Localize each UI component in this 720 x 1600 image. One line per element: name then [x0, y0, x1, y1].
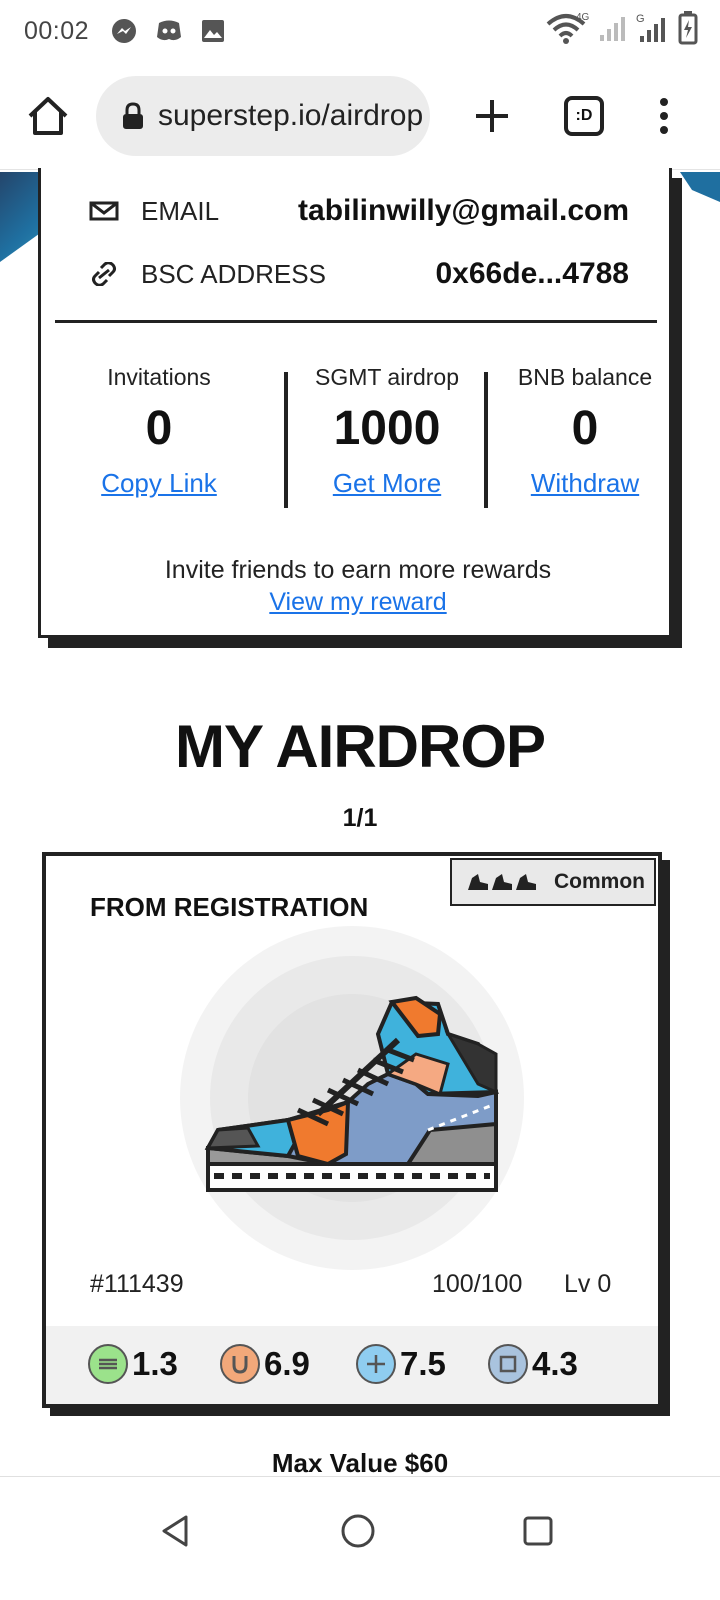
tab-count: :D: [575, 107, 593, 124]
durability: 100/100: [432, 1270, 523, 1298]
messenger-icon: [112, 19, 137, 43]
svg-text:G: G: [636, 13, 645, 25]
airdrop-counter: 1/1: [342, 804, 378, 832]
comfort-icon: [356, 1344, 396, 1384]
background-decoration: [680, 172, 720, 202]
attribute-value: 4.3: [532, 1345, 578, 1382]
email-row: EMAIL tabilinwilly@gmail.com: [89, 194, 629, 228]
sneaker-rarity-icon: [468, 874, 536, 890]
level: Lv 0: [564, 1270, 612, 1298]
stat-value: 0: [571, 402, 599, 455]
bsc-value: 0x66de...4788: [435, 257, 630, 290]
bsc-address-row: BSC ADDRESS 0x66de...4788: [89, 257, 629, 291]
lock-icon: [123, 102, 143, 129]
attribute-value: 7.5: [400, 1345, 446, 1382]
attribute-bar: 1.3 6.9 7.5 4.3: [46, 1326, 658, 1404]
get-more-button[interactable]: Get More: [287, 468, 487, 499]
view-reward-link[interactable]: View my reward: [41, 588, 675, 617]
discord-icon: [157, 20, 182, 41]
status-time: 00:02: [24, 16, 90, 45]
efficiency-icon: [88, 1344, 128, 1384]
stat-title: SGMT airdrop: [314, 364, 459, 390]
navigation-bar: [0, 1476, 720, 1600]
tab-switcher-button[interactable]: :D: [564, 96, 604, 136]
sneaker-image: [180, 926, 524, 1270]
notification-icons: [111, 18, 225, 44]
signal-1-icon: [600, 17, 625, 41]
back-icon[interactable]: [156, 1511, 196, 1551]
email-label: EMAIL: [141, 195, 220, 226]
stat-sgmt-airdrop: SGMT airdrop 1000 Get More: [287, 364, 487, 499]
battery-icon: [678, 11, 698, 45]
home-nav-icon[interactable]: [338, 1511, 378, 1551]
rarity-label: Common: [554, 870, 645, 893]
rarity-badge: Common: [450, 858, 656, 906]
card-source: FROM REGISTRATION: [90, 892, 369, 922]
withdraw-button[interactable]: Withdraw: [485, 468, 685, 499]
attribute-comfort: 7.5: [356, 1344, 446, 1384]
url-bar[interactable]: superstep.io/airdrop: [96, 76, 430, 156]
stat-value: 1000: [333, 402, 441, 455]
email-value: tabilinwilly@gmail.com: [298, 194, 629, 227]
attribute-efficiency: 1.3: [88, 1344, 178, 1384]
attribute-resilience: 4.3: [488, 1344, 578, 1384]
more-menu-icon[interactable]: [650, 94, 678, 138]
svg-text:4G: 4G: [576, 12, 590, 23]
stat-title: BNB balance: [517, 364, 653, 390]
sneaker-card[interactable]: Common FROM REGISTRATION #111439 100/100: [42, 852, 662, 1408]
gallery-icon: [202, 20, 225, 42]
wifi-icon: 4G: [546, 12, 590, 44]
url-text[interactable]: superstep.io/airdrop: [158, 99, 423, 133]
link-icon: [92, 262, 116, 286]
resilience-icon: [488, 1344, 528, 1384]
stat-title: Invitations: [107, 364, 211, 390]
stat-invitations: Invitations 0 Copy Link: [59, 364, 259, 499]
browser-toolbar: superstep.io/airdrop :D: [0, 66, 720, 170]
status-bar: 00:02 4G G: [0, 0, 720, 62]
home-icon[interactable]: [26, 94, 70, 138]
system-icons: 4G G: [546, 10, 698, 46]
stat-bnb-balance: BNB balance 0 Withdraw: [485, 364, 685, 499]
bsc-label: BSC ADDRESS: [141, 258, 326, 289]
mail-icon: [89, 201, 119, 221]
stats-row: Invitations 0 Copy Link SGMT airdrop 100…: [41, 364, 675, 514]
account-card: EMAIL tabilinwilly@gmail.com BSC ADDRESS…: [38, 168, 672, 638]
divider: [55, 320, 657, 323]
token-id: #111439: [90, 1270, 184, 1298]
copy-link-button[interactable]: Copy Link: [59, 468, 259, 499]
luck-icon: [220, 1344, 260, 1384]
attribute-value: 6.9: [264, 1345, 310, 1382]
new-tab-icon[interactable]: [470, 94, 514, 138]
signal-2-icon: G: [636, 13, 665, 42]
attribute-luck: 6.9: [220, 1344, 310, 1384]
recents-icon[interactable]: [518, 1511, 558, 1551]
max-value: Max Value $60: [271, 1448, 449, 1478]
section-title: MY AIRDROP: [174, 713, 546, 780]
invite-text: Invite friends to earn more rewards: [164, 556, 552, 584]
stat-value: 0: [145, 402, 173, 455]
attribute-value: 1.3: [132, 1345, 178, 1382]
